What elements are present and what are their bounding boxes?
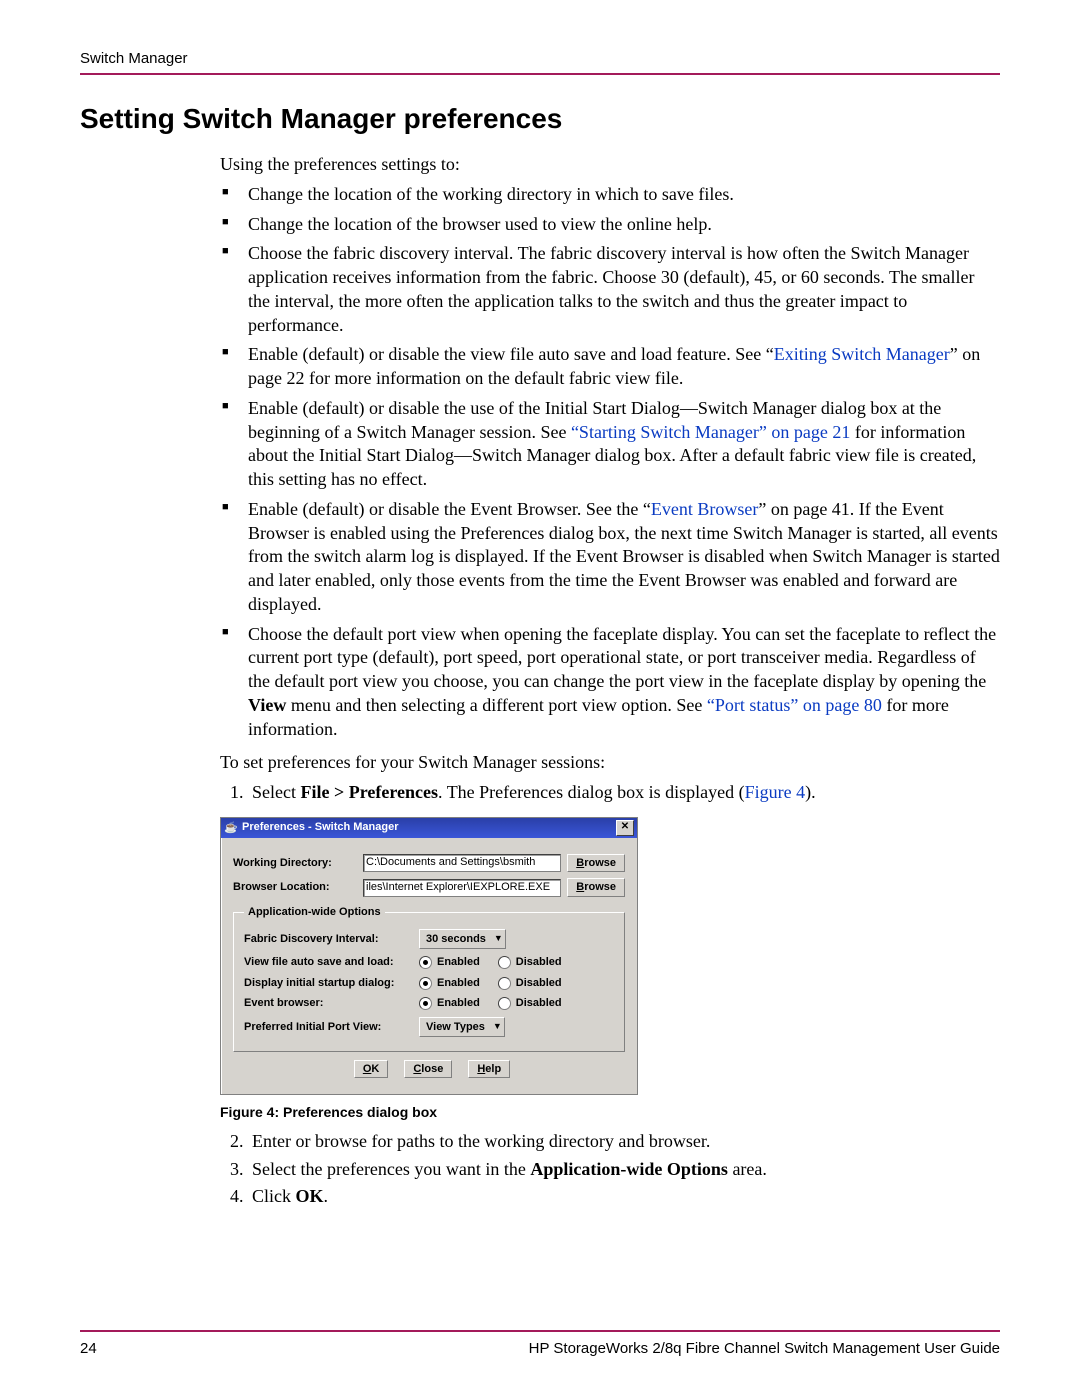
bold-text: File > Preferences [300,782,438,802]
radio-label: Disabled [516,996,562,1011]
step-item: Enter or browse for paths to the working… [248,1130,1000,1154]
browser-location-label: Browser Location: [233,880,363,895]
step-text: . The Preferences dialog box is displaye… [438,782,745,802]
bold-text: Application-wide Options [530,1159,728,1179]
steps-intro: To set preferences for your Switch Manag… [220,751,1000,775]
fabric-discovery-interval-label: Fabric Discovery Interval: [244,932,419,947]
radio-label: Disabled [516,955,562,970]
radio-label: Enabled [437,955,480,970]
list-item: Enable (default) or disable the view fil… [248,343,1000,391]
initial-dialog-enabled-radio[interactable]: Enabled [419,976,480,991]
radio-dot-icon [498,956,511,969]
radio-dot-icon [498,977,511,990]
combo-value: 30 seconds [426,932,486,947]
steps-list: Select File > Preferences. The Preferenc… [220,781,1000,805]
radio-dot-icon [419,997,432,1010]
working-directory-field[interactable]: C:\Documents and Settings\bsmith [363,854,561,872]
event-browser-enabled-radio[interactable]: Enabled [419,996,480,1011]
step-text: Enter or browse for paths to the working… [252,1131,710,1151]
steps-list-cont: Enter or browse for paths to the working… [220,1130,1000,1209]
running-header: Switch Manager [80,50,1000,67]
radio-label: Enabled [437,996,480,1011]
radio-dot-icon [419,956,432,969]
step-text: ). [805,782,816,802]
ok-button[interactable]: OK [354,1060,389,1079]
section-title: Setting Switch Manager preferences [80,103,1000,135]
bullet-text: menu and then selecting a different port… [286,695,707,715]
initial-dialog-disabled-radio[interactable]: Disabled [498,976,562,991]
help-button[interactable]: Help [468,1060,510,1079]
radio-dot-icon [419,977,432,990]
auto-save-disabled-radio[interactable]: Disabled [498,955,562,970]
fabric-discovery-interval-combo[interactable]: 30 seconds ▼ [419,929,506,949]
event-browser-label: Event browser: [244,996,419,1011]
dialog-title: Preferences - Switch Manager [242,820,616,835]
bold-text: View [248,695,286,715]
step-text: Select the preferences you want in the [252,1159,530,1179]
header-rule [80,73,1000,75]
java-cup-icon: ☕ [224,821,238,835]
list-item: Choose the fabric discovery interval. Th… [248,242,1000,337]
list-item: Enable (default) or disable the use of t… [248,397,1000,492]
document-title: HP StorageWorks 2/8q Fibre Channel Switc… [529,1340,1000,1357]
step-item: Select File > Preferences. The Preferenc… [248,781,1000,805]
preferred-initial-port-view-label: Preferred Initial Port View: [244,1020,419,1035]
combo-value: View Types [426,1020,485,1035]
footer-rule [80,1330,1000,1332]
list-item: Change the location of the working direc… [248,183,1000,207]
bullet-text: Choose the fabric discovery interval. Th… [248,243,974,334]
auto-save-enabled-radio[interactable]: Enabled [419,955,480,970]
preferences-dialog: ☕ Preferences - Switch Manager ✕ Working… [220,817,638,1096]
application-wide-options-group: Application-wide Options Fabric Discover… [233,905,625,1052]
event-browser-disabled-radio[interactable]: Disabled [498,996,562,1011]
step-text: Select [252,782,300,802]
dialog-titlebar: ☕ Preferences - Switch Manager ✕ [221,818,637,838]
link-starting-switch-manager[interactable]: “Starting Switch Manager” on page 21 [571,422,850,442]
radio-label: Disabled [516,976,562,991]
initial-startup-dialog-label: Display initial startup dialog: [244,976,419,991]
link-event-browser[interactable]: Event Browser [651,499,758,519]
page-number: 24 [80,1340,97,1357]
bullet-text: Enable (default) or disable the Event Br… [248,499,651,519]
browser-location-field[interactable]: iles\Internet Explorer\IEXPLORE.EXE [363,879,561,897]
list-item: Enable (default) or disable the Event Br… [248,498,1000,617]
bullet-text: Change the location of the working direc… [248,184,734,204]
browse-button[interactable]: Browse [567,854,625,873]
step-text: . [324,1186,329,1206]
browse-button[interactable]: Browse [567,878,625,897]
group-legend: Application-wide Options [244,905,385,920]
close-icon[interactable]: ✕ [616,820,634,836]
list-item: Change the location of the browser used … [248,213,1000,237]
step-text: area. [728,1159,767,1179]
bold-text: OK [296,1186,324,1206]
chevron-down-icon: ▼ [493,1021,502,1033]
intro-text: Using the preferences settings to: [220,153,1000,177]
link-figure-4[interactable]: Figure 4 [745,782,806,802]
radio-dot-icon [498,997,511,1010]
radio-label: Enabled [437,976,480,991]
view-file-auto-save-label: View file auto save and load: [244,955,419,970]
link-exiting-switch-manager[interactable]: Exiting Switch Manager [774,344,950,364]
bullet-text: Enable (default) or disable the view fil… [248,344,774,364]
working-directory-label: Working Directory: [233,856,363,871]
link-port-status[interactable]: “Port status” on page 80 [707,695,882,715]
bullet-list: Change the location of the working direc… [220,183,1000,742]
step-item: Select the preferences you want in the A… [248,1158,1000,1182]
close-button[interactable]: Close [404,1060,452,1079]
figure-caption: Figure 4: Preferences dialog box [220,1103,1000,1121]
chevron-down-icon: ▼ [494,933,503,945]
preferred-port-view-combo[interactable]: View Types ▼ [419,1017,505,1037]
step-text: Click [252,1186,296,1206]
bullet-text: Choose the default port view when openin… [248,624,996,692]
bullet-text: Change the location of the browser used … [248,214,712,234]
list-item: Choose the default port view when openin… [248,623,1000,742]
step-item: Click OK. [248,1185,1000,1209]
